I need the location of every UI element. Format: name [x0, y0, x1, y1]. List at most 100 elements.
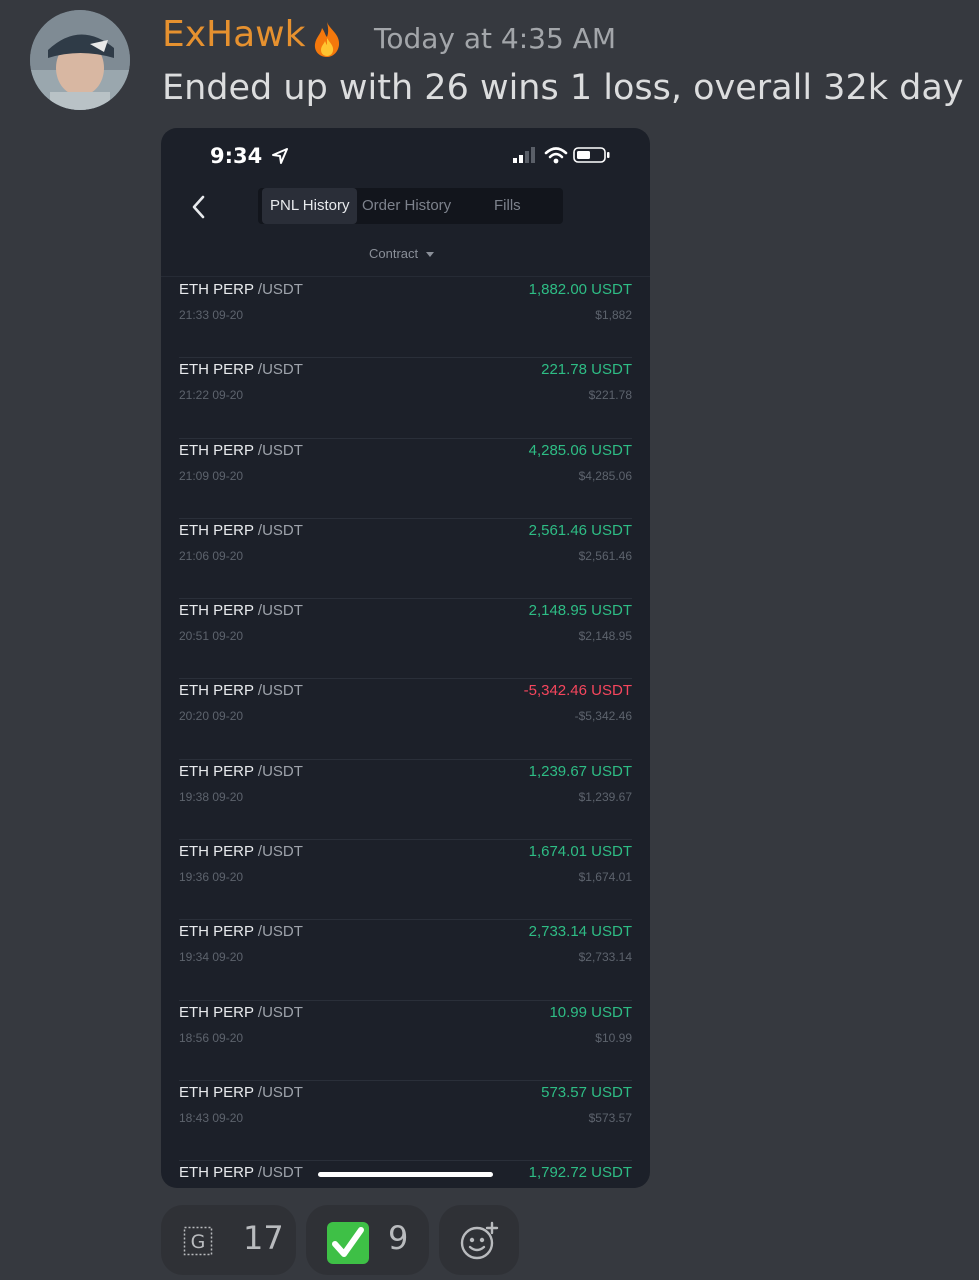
trade-time: 19:38 09-20 — [179, 789, 244, 804]
pnl-amount: 221.78 USDT — [541, 361, 632, 379]
avatar-image — [30, 10, 130, 110]
table-row[interactable]: ETH PERP /USDT 18:43 09-20 573.57 USDT $573… — [161, 1081, 650, 1162]
symbol-base: ETH PERP — [179, 1083, 254, 1101]
pnl-amount: 10.99 USDT — [549, 1003, 632, 1021]
divider — [161, 276, 650, 277]
trade-time: 18:56 09-20 — [179, 1030, 244, 1045]
table-row[interactable]: ETH PERP /USDT 19:36 09-20 1,674.01 USDT $1… — [161, 840, 650, 921]
trade-time: 19:34 09-20 — [179, 950, 244, 965]
symbol-base: ETH PERP — [179, 441, 254, 459]
reaction-check-mark[interactable]: 9 — [306, 1205, 429, 1275]
contract-symbol: ETH PERP /USDT — [179, 1004, 303, 1021]
symbol-base: ETH PERP — [179, 762, 254, 780]
symbol-quote: /USDT — [257, 521, 303, 539]
pnl-usd: $221.78 — [588, 388, 632, 403]
fire-icon — [314, 22, 340, 57]
trade-time: 21:33 09-20 — [179, 308, 244, 322]
trade-time: 21:06 09-20 — [179, 548, 244, 563]
contract-symbol: ETH PERP /USDT — [179, 763, 303, 780]
status-bar-icons — [511, 146, 611, 168]
table-row[interactable]: ETH PERP /USDT 19:38 09-20 1,239.67 USDT $1… — [161, 760, 650, 841]
check-mark-icon — [327, 1222, 369, 1264]
contract-symbol: ETH PERP /USDT — [179, 281, 303, 298]
symbol-base: ETH PERP — [179, 923, 254, 941]
history-tabs: PNL History Order History Fills — [258, 188, 563, 224]
signal-icon — [513, 147, 535, 163]
add-reaction-button[interactable] — [439, 1205, 519, 1275]
contract-symbol: ETH PERP /USDT — [179, 682, 303, 699]
symbol-quote: /USDT — [257, 1164, 303, 1182]
contract-symbol: ETH PERP /USDT — [179, 361, 303, 378]
symbol-base: ETH PERP — [179, 682, 254, 700]
trade-time: 21:22 09-20 — [179, 388, 244, 403]
table-row[interactable]: ETH PERP /USDT 18:56 09-20 10.99 USDT $10.9… — [161, 1001, 650, 1081]
pnl-usd: $2,148.95 — [578, 629, 632, 644]
tab-pnl-history[interactable]: PNL History — [262, 188, 358, 224]
contract-symbol: ETH PERP /USDT — [179, 843, 303, 860]
symbol-quote: /USDT — [257, 1083, 303, 1101]
contract-filter-dropdown[interactable]: Contract — [369, 246, 435, 261]
pnl-usd: $2,733.14 — [578, 950, 632, 965]
status-bar-time: 9:34 — [210, 144, 288, 168]
add-reaction-icon — [460, 1221, 499, 1260]
pnl-amount: -5,342.46 USDT — [523, 682, 632, 700]
symbol-base: ETH PERP — [179, 602, 254, 620]
pnl-amount: 1,239.67 USDT — [528, 762, 632, 780]
pnl-usd: $1,882 — [595, 308, 632, 322]
pnl-amount: 1,674.01 USDT — [528, 843, 632, 861]
contract-symbol: ETH PERP /USDT — [179, 602, 303, 619]
symbol-quote: /USDT — [257, 843, 303, 861]
contract-symbol: ETH PERP /USDT — [179, 442, 303, 459]
tab-fills[interactable]: Fills — [494, 188, 521, 224]
reaction-count: 17 — [243, 1219, 284, 1257]
trade-time: 21:09 09-20 — [179, 468, 244, 483]
reaction-count: 9 — [388, 1219, 409, 1257]
pnl-amount: 1,792.72 USDT — [528, 1164, 632, 1182]
battery-icon — [573, 147, 610, 163]
symbol-quote: /USDT — [257, 361, 303, 379]
pnl-amount: 4,285.06 USDT — [528, 441, 632, 459]
symbol-base: ETH PERP — [179, 1164, 254, 1182]
trade-time: 19:36 09-20 — [179, 870, 244, 885]
table-row[interactable]: ETH PERP /USDT 20:20 09-20 -5,342.46 USDT -… — [161, 679, 650, 760]
table-row[interactable]: ETH PERP /USDT 21:06 09-20 2,561.46 USDT $2… — [161, 519, 650, 600]
table-row[interactable]: ETH PERP /USDT 21:33 09-20 1,882.00 USDT $1… — [161, 278, 650, 359]
back-chevron-icon[interactable] — [185, 192, 213, 222]
pnl-usd: $1,239.67 — [578, 789, 632, 804]
pnl-usd: $2,561.46 — [578, 548, 632, 563]
status-time-text: 9:34 — [210, 144, 263, 168]
home-indicator[interactable] — [318, 1172, 493, 1177]
trade-time: 20:20 09-20 — [179, 709, 244, 724]
contract-symbol: ETH PERP /USDT — [179, 923, 303, 940]
contract-symbol: ETH PERP /USDT — [179, 1164, 303, 1181]
symbol-base: ETH PERP — [179, 843, 254, 861]
symbol-base: ETH PERP — [179, 521, 254, 539]
g-emote-icon: G — [183, 1226, 213, 1256]
symbol-quote: /USDT — [257, 1003, 303, 1021]
phone-screenshot[interactable]: 9:34 PNL History Order History Fills Con… — [161, 128, 650, 1188]
avatar[interactable] — [30, 10, 130, 110]
reaction-g-emote[interactable]: G 17 — [161, 1205, 296, 1275]
pnl-usd: $4,285.06 — [578, 468, 632, 483]
table-row[interactable]: ETH PERP /USDT 19:34 09-20 2,733.14 USDT $2… — [161, 920, 650, 1001]
table-row[interactable]: ETH PERP /USDT 20:51 09-20 2,148.95 USDT $2… — [161, 599, 650, 680]
trade-time: 20:51 09-20 — [179, 629, 244, 644]
pnl-usd: $10.99 — [595, 1030, 632, 1045]
wifi-icon — [544, 147, 568, 164]
table-row[interactable]: ETH PERP /USDT 21:22 09-20 221.78 USDT $221… — [161, 358, 650, 439]
contract-symbol: ETH PERP /USDT — [179, 522, 303, 539]
contract-symbol: ETH PERP /USDT — [179, 1084, 303, 1101]
symbol-quote: /USDT — [257, 281, 303, 298]
symbol-base: ETH PERP — [179, 361, 254, 379]
pnl-amount: 2,148.95 USDT — [528, 602, 632, 620]
table-row[interactable]: ETH PERP /USDT 21:09 09-20 4,285.06 USDT $4… — [161, 439, 650, 519]
username[interactable]: ExHawk — [162, 14, 305, 55]
pnl-amount: 573.57 USDT — [541, 1083, 632, 1101]
pnl-amount: 2,733.14 USDT — [528, 923, 632, 941]
message-text: Ended up with 26 wins 1 loss, overall 32… — [162, 68, 964, 108]
symbol-base: ETH PERP — [179, 281, 254, 298]
symbol-quote: /USDT — [257, 602, 303, 620]
tab-order-history[interactable]: Order History — [362, 188, 451, 224]
pnl-usd: -$5,342.46 — [574, 709, 632, 724]
symbol-quote: /USDT — [257, 441, 303, 459]
